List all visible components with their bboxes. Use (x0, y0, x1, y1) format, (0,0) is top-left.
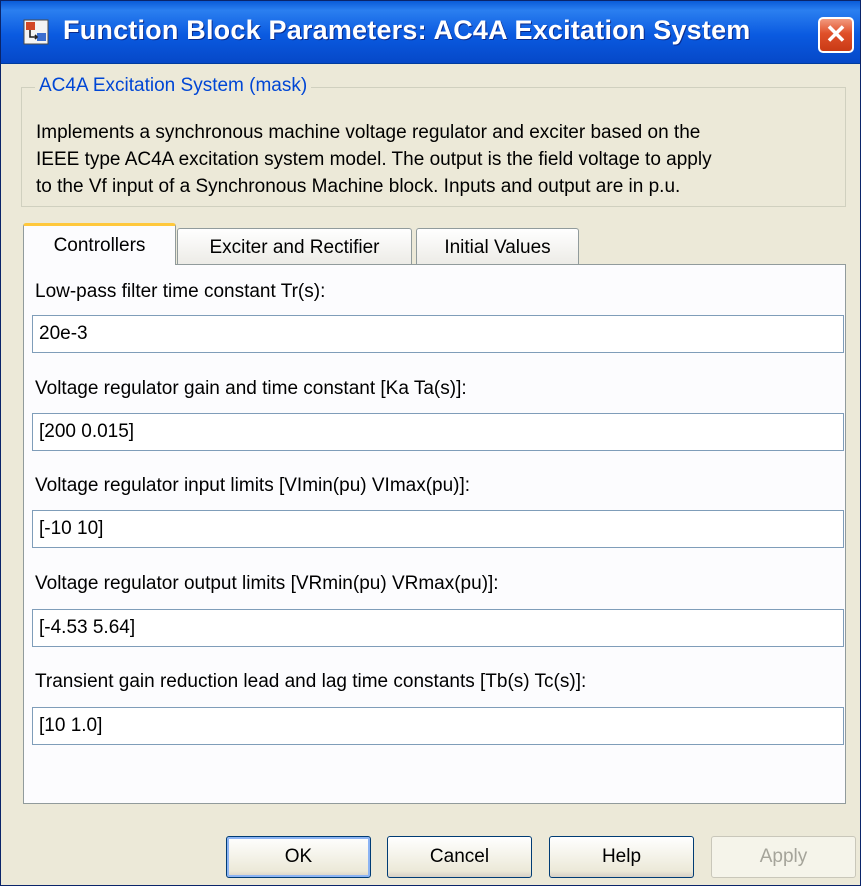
close-button[interactable]: ✕ (818, 17, 854, 53)
close-icon: ✕ (825, 19, 847, 49)
mask-description: Implements a synchronous machine voltage… (36, 119, 712, 200)
param-field-vr-limits[interactable]: [-4.53 5.64] (32, 609, 844, 647)
cancel-button[interactable]: Cancel (387, 836, 532, 878)
mask-group-legend: AC4A Excitation System (mask) (35, 75, 312, 97)
title-bar[interactable]: Function Block Parameters: AC4A Excitati… (1, 1, 860, 64)
param-field-ka-ta[interactable]: [200 0.015] (32, 413, 844, 451)
param-label-ka-ta: Voltage regulator gain and time constant… (35, 378, 467, 399)
tab-label: Exciter and Rectifier (209, 237, 380, 258)
description-line: to the Vf input of a Synchronous Machine… (36, 176, 681, 197)
param-label-vi-limits: Voltage regulator input limits [VImin(pu… (35, 475, 471, 496)
tab-controllers[interactable]: Controllers (23, 223, 176, 265)
help-button[interactable]: Help (549, 836, 694, 878)
description-line: IEEE type AC4A excitation system model. … (36, 149, 712, 170)
description-line: Implements a synchronous machine voltage… (36, 122, 701, 143)
param-field-tr[interactable]: 20e-3 (32, 315, 844, 353)
tab-label: Controllers (53, 235, 146, 256)
param-field-tb-tc[interactable]: [10 1.0] (32, 707, 844, 745)
param-label-tr: Low-pass filter time constant Tr(s): (35, 281, 326, 302)
tab-initial-values[interactable]: Initial Values (416, 228, 579, 265)
apply-button[interactable]: Apply (711, 836, 856, 878)
param-field-vi-limits[interactable]: [-10 10] (32, 510, 844, 548)
window-title: Function Block Parameters: AC4A Excitati… (63, 15, 751, 45)
param-label-tb-tc: Transient gain reduction lead and lag ti… (35, 671, 587, 692)
tab-label: Initial Values (444, 237, 551, 258)
tab-exciter-and-rectifier[interactable]: Exciter and Rectifier (177, 228, 412, 265)
simulink-block-icon (23, 19, 49, 45)
dialog-window: Function Block Parameters: AC4A Excitati… (0, 0, 861, 886)
ok-button[interactable]: OK (226, 836, 371, 878)
param-label-vr-limits: Voltage regulator output limits [VRmin(p… (35, 573, 499, 594)
